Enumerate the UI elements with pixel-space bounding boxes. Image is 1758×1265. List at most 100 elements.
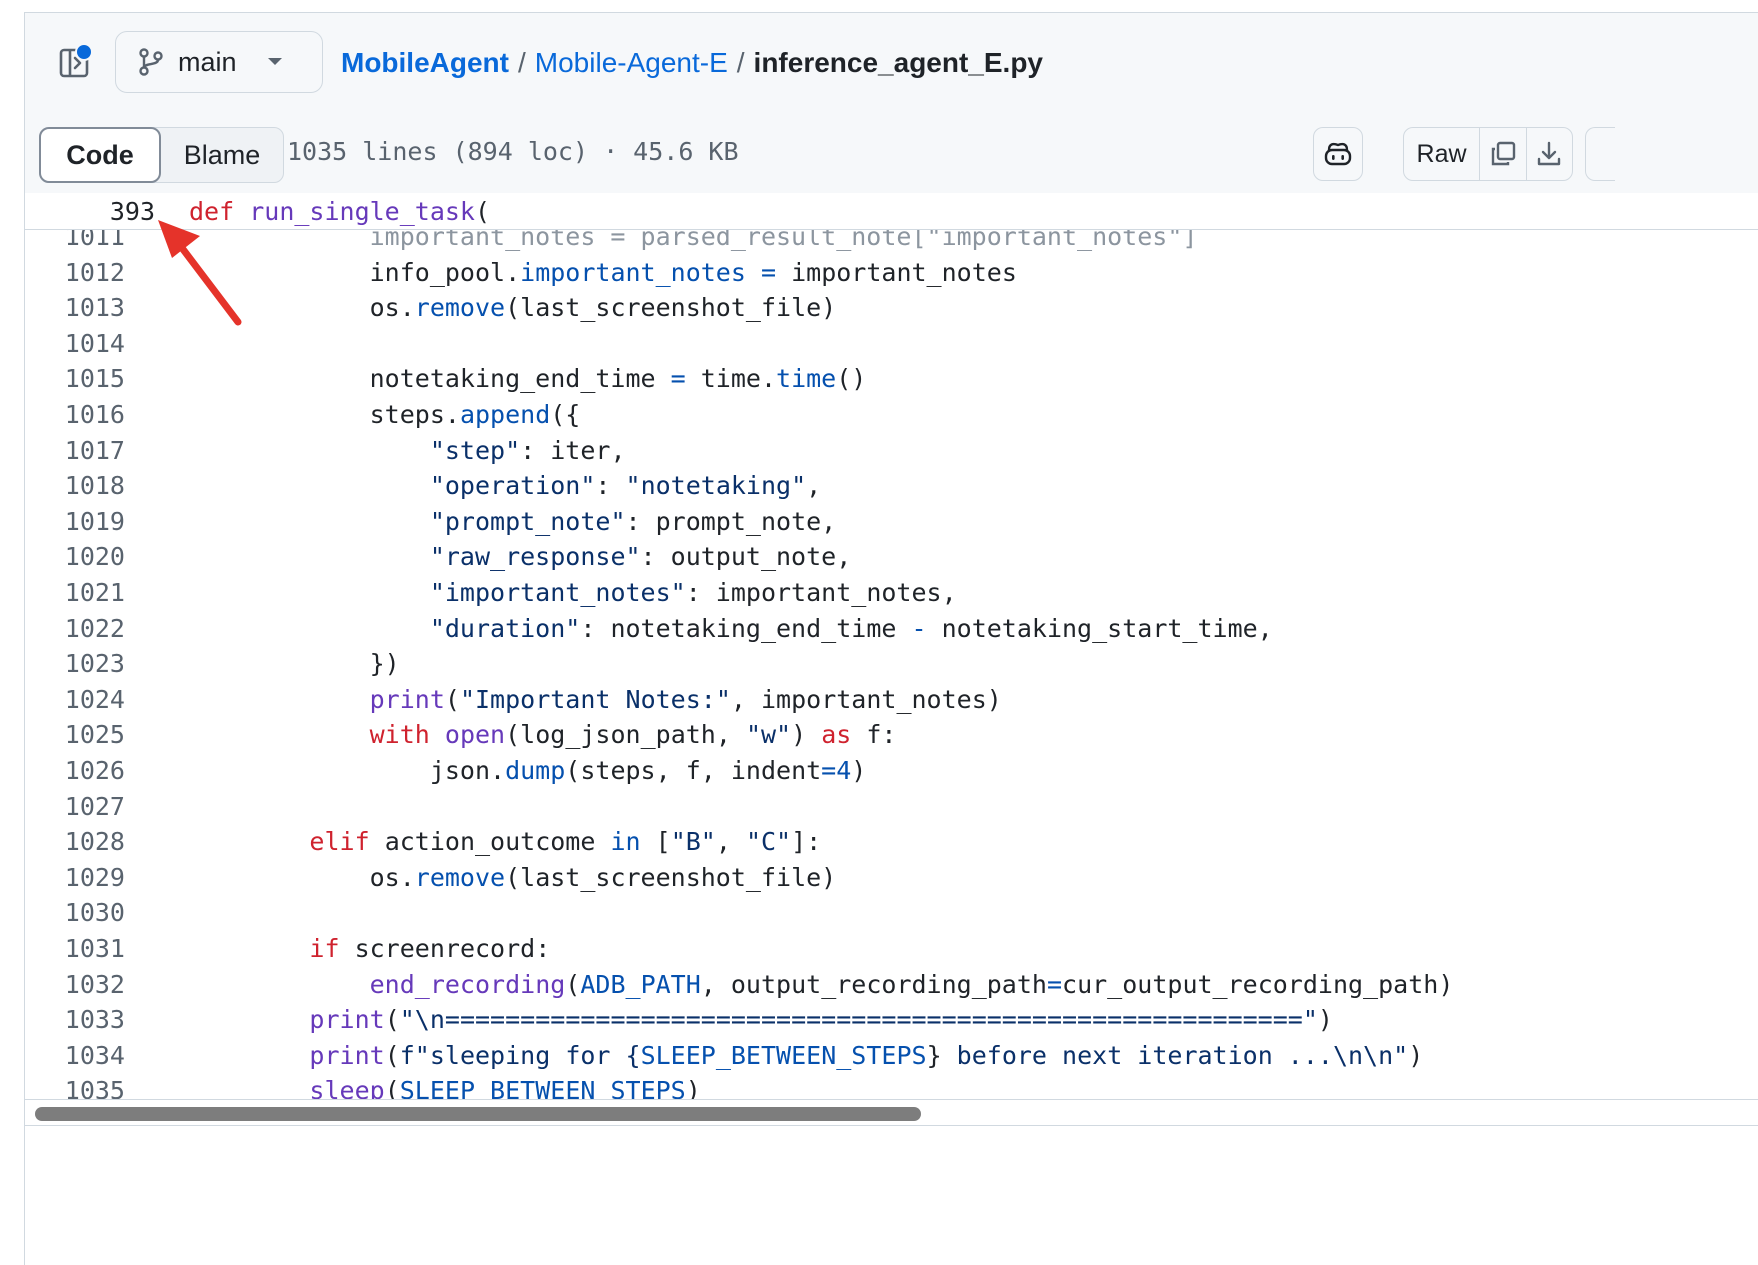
line-number[interactable]: 1029 [55, 863, 125, 892]
code-text: important_notes = parsed_result_note["im… [189, 229, 1198, 251]
more-actions-button[interactable] [1585, 127, 1615, 181]
line-number[interactable]: 1022 [55, 614, 125, 643]
code-text: print("\n===============================… [309, 1005, 1333, 1035]
code-text: print(f"sleeping for {SLEEP_BETWEEN_STEP… [309, 1040, 1424, 1070]
line-number[interactable]: 1034 [55, 1041, 125, 1070]
line-number[interactable]: 1016 [55, 400, 125, 429]
code-text: }) [189, 649, 400, 679]
code-text: json.dump(steps, f, indent=4) [189, 756, 867, 785]
code-line: 1024 print("Important Notes:", important… [25, 685, 1758, 721]
breadcrumb-current-file: inference_agent_E.py [753, 47, 1043, 78]
line-number[interactable]: 1035 [55, 1076, 125, 1099]
copy-icon [1491, 141, 1516, 166]
code-line: 1020 "raw_response": output_note, [25, 542, 1758, 578]
code-text: with open(log_json_path, "w") as f: [369, 720, 897, 750]
code-line: 1029 os.remove(last_screenshot_file) [25, 863, 1758, 899]
breadcrumb-repo-link[interactable]: MobileAgent [341, 47, 509, 79]
code-text: os.remove(last_screenshot_file) [189, 862, 837, 892]
copy-raw-button[interactable] [1480, 128, 1527, 180]
line-number[interactable]: 1017 [55, 436, 125, 465]
line-number[interactable]: 1011 [55, 229, 125, 251]
code-text: "step": iter, [429, 435, 626, 465]
breadcrumb-separator: / [736, 47, 745, 78]
code-line: 1027 [25, 792, 1758, 828]
line-number[interactable]: 1019 [55, 507, 125, 536]
line-number[interactable]: 1033 [55, 1005, 125, 1034]
code-line: 1023 }) [25, 649, 1758, 685]
code-line: 1018 "operation": "notetaking", [25, 471, 1758, 507]
code-line: 1013 os.remove(last_screenshot_file) [25, 293, 1758, 329]
code-line: 1016 steps.append({ [25, 400, 1758, 436]
file-actions-group: Raw [1403, 127, 1573, 181]
annotation-arrow-icon [158, 220, 242, 326]
branch-selector-button[interactable]: main [115, 31, 323, 93]
line-number[interactable]: 1030 [55, 898, 125, 927]
line-number[interactable]: 1028 [55, 827, 125, 856]
divider [25, 1125, 1758, 1126]
line-number[interactable]: 1020 [55, 542, 125, 571]
code-text: if screenrecord: [309, 934, 551, 963]
file-info: 1035 lines (894 loc) · 45.6 KB [287, 137, 739, 166]
line-number[interactable]: 1027 [55, 792, 125, 821]
code-text: end_recording(ADB_PATH, output_recording… [369, 969, 1454, 999]
code-line: 1034 print(f"sleeping for {SLEEP_BETWEEN… [25, 1041, 1758, 1077]
code-line: 1031 if screenrecord: [25, 934, 1758, 970]
view-mode-toggle: Code Blame [39, 127, 284, 183]
code-text: sleep(SLEEP_BETWEEN_STEPS) [309, 1076, 701, 1099]
code-line: 1012 info_pool.important_notes = importa… [25, 258, 1758, 294]
line-number[interactable]: 1014 [55, 329, 125, 358]
code-line: 1021 "important_notes": important_notes, [25, 578, 1758, 614]
caret-down-icon [267, 58, 282, 65]
download-icon [1538, 141, 1561, 166]
code-line: 1015 notetaking_end_time = time.time() [25, 364, 1758, 400]
code-text: "duration": notetaking_end_time - noteta… [429, 613, 1273, 643]
code-line: 1030 [25, 898, 1758, 934]
breadcrumb-separator: / [518, 47, 526, 78]
code-line: 1032 end_recording(ADB_PATH, output_reco… [25, 970, 1758, 1006]
code-line: 1025 with open(log_json_path, "w") as f: [25, 720, 1758, 756]
breadcrumb-folder-link[interactable]: Mobile-Agent-E [535, 47, 728, 79]
line-number[interactable]: 1018 [55, 471, 125, 500]
code-text: "important_notes": important_notes, [429, 578, 957, 607]
code-line: 1033 print("\n==========================… [25, 1005, 1758, 1041]
code-line: 1011 important_notes = parsed_result_not… [25, 229, 1758, 258]
line-number[interactable]: 1031 [55, 934, 125, 963]
code-line: 1028 elif action_outcome in ["B", "C"]: [25, 827, 1758, 863]
line-number[interactable]: 1023 [55, 649, 125, 678]
line-number[interactable]: 1032 [55, 970, 125, 999]
code-text: os.remove(last_screenshot_file) [189, 293, 837, 323]
line-number[interactable]: 1025 [55, 720, 125, 749]
file-toolbar: Code Blame 1035 lines (894 loc) · 45.6 K… [25, 111, 1758, 194]
code-line: 1014 [25, 329, 1758, 365]
code-text: print("Important Notes:", important_note… [369, 684, 1002, 714]
code-tab[interactable]: Code [39, 127, 161, 183]
line-number[interactable]: 1026 [55, 756, 125, 785]
file-header: main MobileAgent / Mobile-Agent-E / infe… [25, 13, 1758, 112]
line-number[interactable]: 1012 [55, 258, 125, 287]
code-text: info_pool.important_notes = important_no… [189, 257, 1017, 287]
line-number[interactable]: 1013 [55, 293, 125, 322]
copilot-icon [1324, 142, 1352, 166]
code-text: "operation": "notetaking", [429, 471, 822, 501]
line-number[interactable]: 1015 [55, 364, 125, 393]
scrollbar-thumb[interactable] [35, 1107, 921, 1121]
notification-dot [75, 43, 93, 61]
code-text: elif action_outcome in ["B", "C"]: [309, 827, 822, 857]
horizontal-scrollbar[interactable] [25, 1099, 1758, 1126]
code-text: "raw_response": output_note, [429, 542, 852, 572]
sticky-line-number: 393 [109, 197, 155, 226]
download-button[interactable] [1527, 128, 1572, 180]
line-number[interactable]: 1021 [55, 578, 125, 607]
code-line: 1022 "duration": notetaking_end_time - n… [25, 614, 1758, 650]
sticky-scope-header[interactable]: 393 def run_single_task( [25, 193, 1758, 230]
breadcrumb: MobileAgent / Mobile-Agent-E / inference… [341, 43, 1043, 83]
file-tree-toggle-button[interactable] [55, 43, 95, 83]
git-branch-icon [139, 48, 163, 76]
code-line: 1017 "step": iter, [25, 436, 1758, 472]
branch-name: main [178, 46, 237, 77]
copilot-button[interactable] [1313, 127, 1363, 181]
code-text: notetaking_end_time = time.time() [189, 364, 867, 394]
raw-button[interactable]: Raw [1404, 128, 1481, 180]
blame-tab[interactable]: Blame [161, 128, 283, 182]
line-number[interactable]: 1024 [55, 685, 125, 714]
